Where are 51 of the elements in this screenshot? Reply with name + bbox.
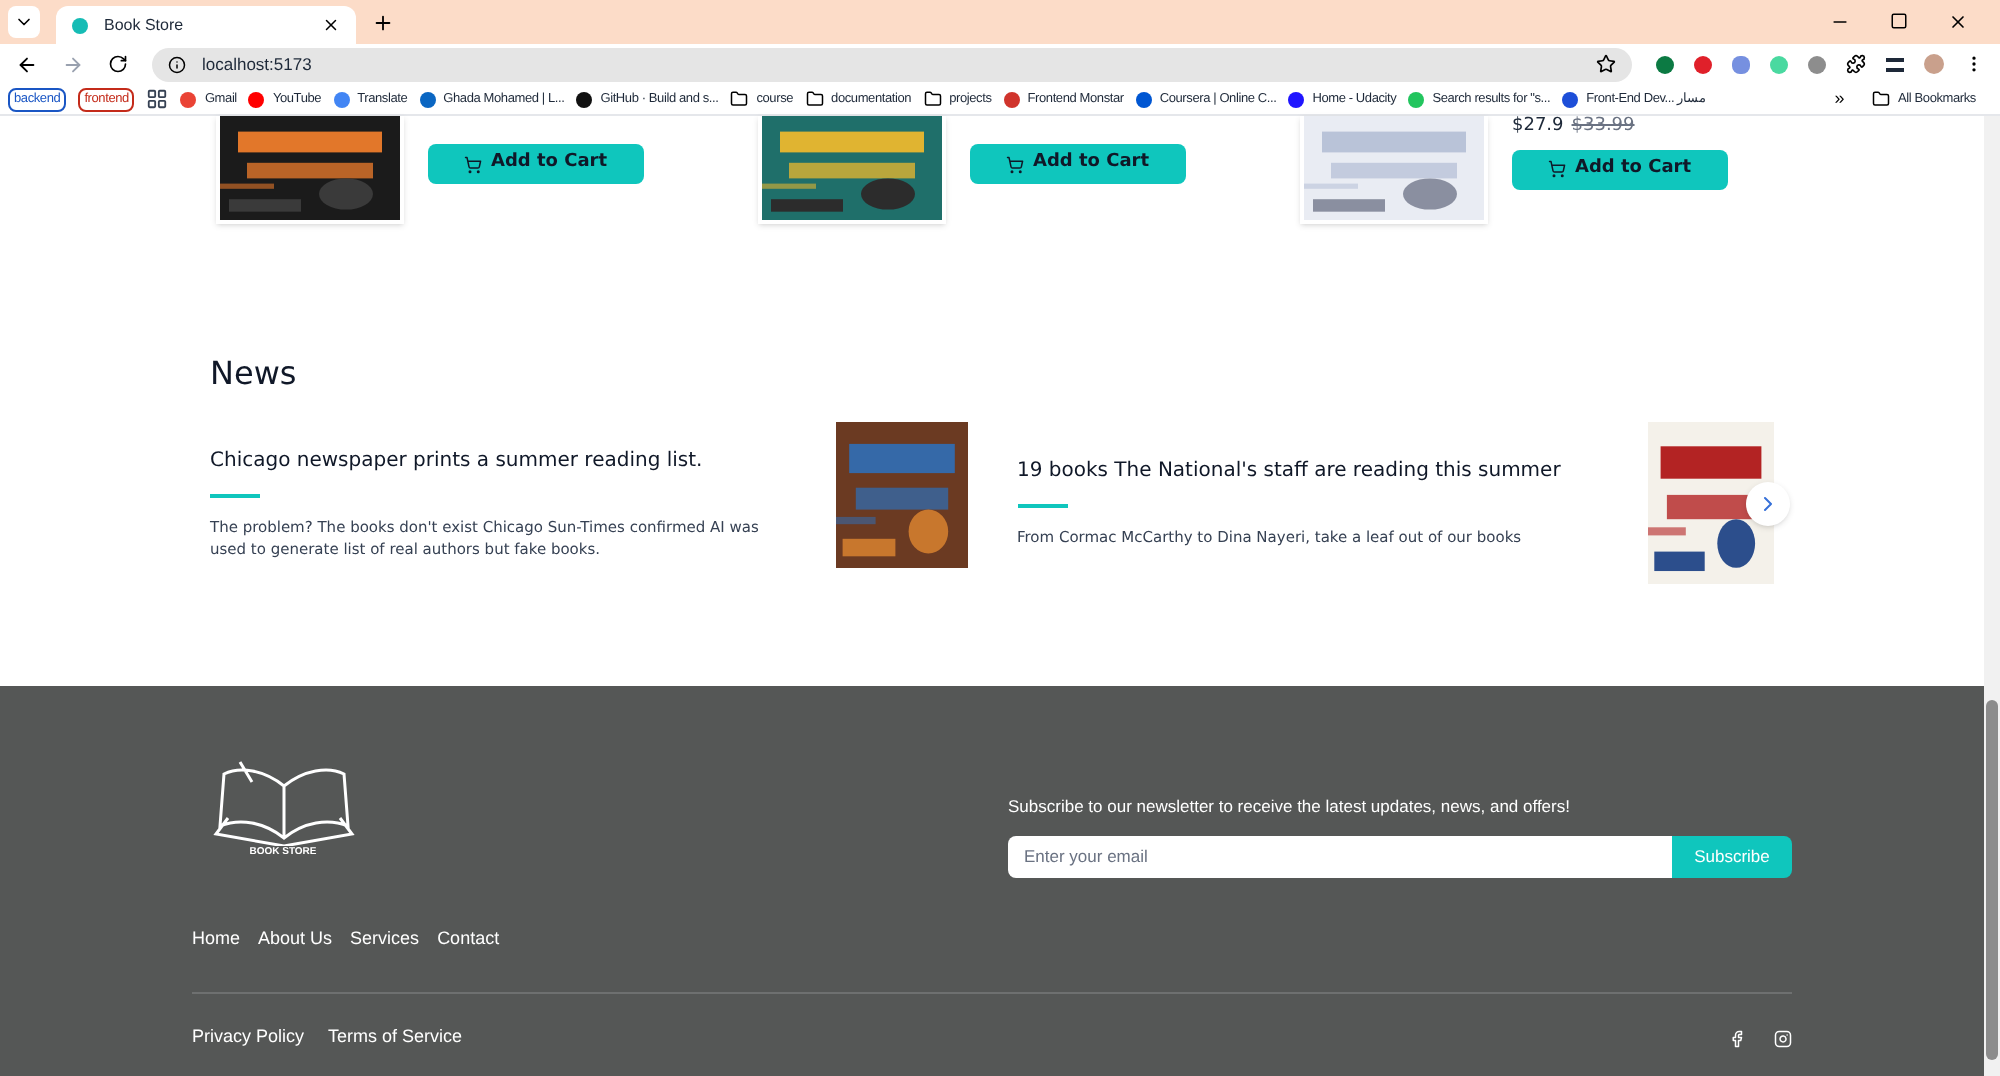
accent-bar (210, 494, 260, 498)
close-window-icon[interactable] (1948, 12, 1968, 32)
accent-bar (1017, 504, 1067, 508)
newsletter-text: Subscribe to our newsletter to receive the latest updates, news, and offers! (1008, 794, 1572, 820)
folder-icon (1872, 90, 1891, 108)
bookmark-star-icon[interactable] (1596, 54, 1616, 74)
news-title[interactable]: 19 books The National's staff are reading this summer (1017, 456, 1598, 486)
folder-icon (923, 90, 942, 108)
section-title: News (208, 352, 299, 396)
tab-list-button[interactable] (8, 6, 40, 38)
new-tab-icon[interactable] (372, 12, 394, 34)
facebook-icon[interactable] (1728, 1029, 1746, 1047)
tab-title: Book Store (104, 13, 186, 37)
footer-link[interactable]: Contact (437, 925, 500, 953)
footer-link[interactable]: Home (192, 925, 241, 953)
folder-icon (730, 90, 749, 108)
reload-icon[interactable] (108, 54, 128, 74)
scrollbar[interactable] (1984, 116, 2000, 1076)
more-bookmarks[interactable]: » (1834, 85, 1845, 113)
legal-link[interactable]: Privacy Policy (192, 1024, 305, 1052)
footer-link[interactable]: Services (350, 925, 420, 953)
add-to-cart-button[interactable]: Add to Cart (1512, 149, 1728, 189)
forward-icon[interactable] (62, 53, 84, 75)
cart-icon (1006, 155, 1025, 173)
back-icon[interactable] (16, 53, 38, 75)
next-button[interactable] (1746, 482, 1790, 526)
legal-link[interactable]: Terms of Service (328, 1024, 463, 1052)
footer-link[interactable]: About Us (258, 925, 333, 953)
info-icon[interactable] (168, 55, 186, 73)
extension-icon[interactable] (1656, 55, 1674, 73)
old-price: $33.99 (1571, 114, 1635, 140)
cart-icon (464, 155, 483, 173)
add-to-cart-button[interactable]: Add to Cart (970, 144, 1186, 184)
restore-icon[interactable] (1890, 12, 1908, 30)
instagram-icon[interactable] (1774, 1029, 1792, 1047)
address-bar[interactable]: localhost:5173 (152, 47, 1632, 81)
favicon-icon (72, 17, 88, 33)
apps-icon[interactable] (146, 88, 169, 110)
extension-icon[interactable] (1808, 55, 1826, 73)
folder-icon (805, 90, 824, 108)
open-book-logo-icon (211, 758, 355, 846)
cart-icon (1548, 160, 1567, 178)
news-title[interactable]: Chicago newspaper prints a summer reading list. (210, 446, 785, 476)
browser-tab[interactable]: Book Store (56, 6, 356, 44)
extension-icon[interactable] (1732, 55, 1750, 73)
email-field[interactable]: Enter your email (1008, 835, 1672, 878)
add-to-cart-button[interactable]: Add to Cart (428, 144, 644, 184)
price: $27.9 (1512, 114, 1564, 140)
extension-icon[interactable] (1694, 55, 1712, 73)
close-icon[interactable] (322, 16, 340, 34)
extensions-icon[interactable] (1846, 54, 1866, 74)
